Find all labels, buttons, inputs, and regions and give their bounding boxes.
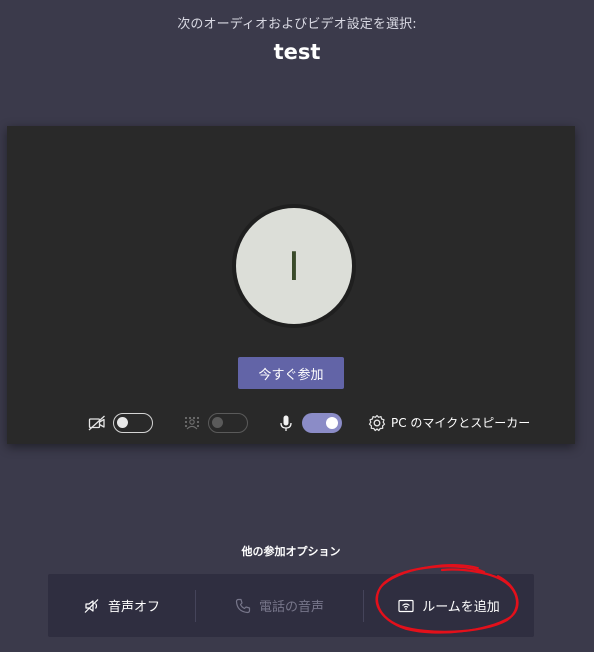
meeting-title: test — [273, 40, 321, 64]
audio-off-option[interactable]: 音声オフ — [48, 574, 195, 637]
background-blur-toggle[interactable] — [208, 413, 248, 433]
other-join-options-title: 他の参加オプション — [241, 545, 341, 558]
video-preview-panel: I 今すぐ参加 PC のマイクとスピーカー — [7, 126, 575, 444]
gear-icon[interactable] — [367, 413, 387, 433]
camera-off-icon — [88, 415, 105, 431]
phone-audio-option[interactable]: 電話の音声 — [195, 574, 363, 637]
other-join-options: 音声オフ 電話の音声 ルームを追加 — [48, 574, 534, 637]
microphone-toggle[interactable] — [302, 413, 342, 433]
phone-audio-label: 電話の音声 — [258, 600, 324, 615]
add-room-option[interactable]: ルームを追加 — [363, 574, 534, 637]
page-subtitle: 次のオーディオおよびビデオ設定を選択: — [177, 17, 417, 32]
speaker-off-icon — [84, 598, 99, 613]
cast-room-icon — [398, 599, 414, 612]
toggle-knob — [117, 417, 128, 428]
phone-icon — [235, 598, 251, 613]
microphone-icon — [280, 415, 292, 431]
camera-toggle[interactable] — [113, 413, 153, 433]
background-blur-icon — [184, 416, 200, 430]
audio-off-label: 音声オフ — [107, 600, 160, 615]
device-settings-label[interactable]: PC のマイクとスピーカー — [391, 414, 530, 432]
toggle-knob — [212, 417, 223, 428]
toggle-knob — [326, 417, 338, 429]
add-room-label: ルームを追加 — [422, 600, 500, 615]
av-controls-bar: PC のマイクとスピーカー — [7, 411, 575, 435]
join-now-button[interactable]: 今すぐ参加 — [238, 357, 344, 389]
avatar-ring: I — [232, 204, 356, 328]
avatar: I — [236, 208, 352, 324]
